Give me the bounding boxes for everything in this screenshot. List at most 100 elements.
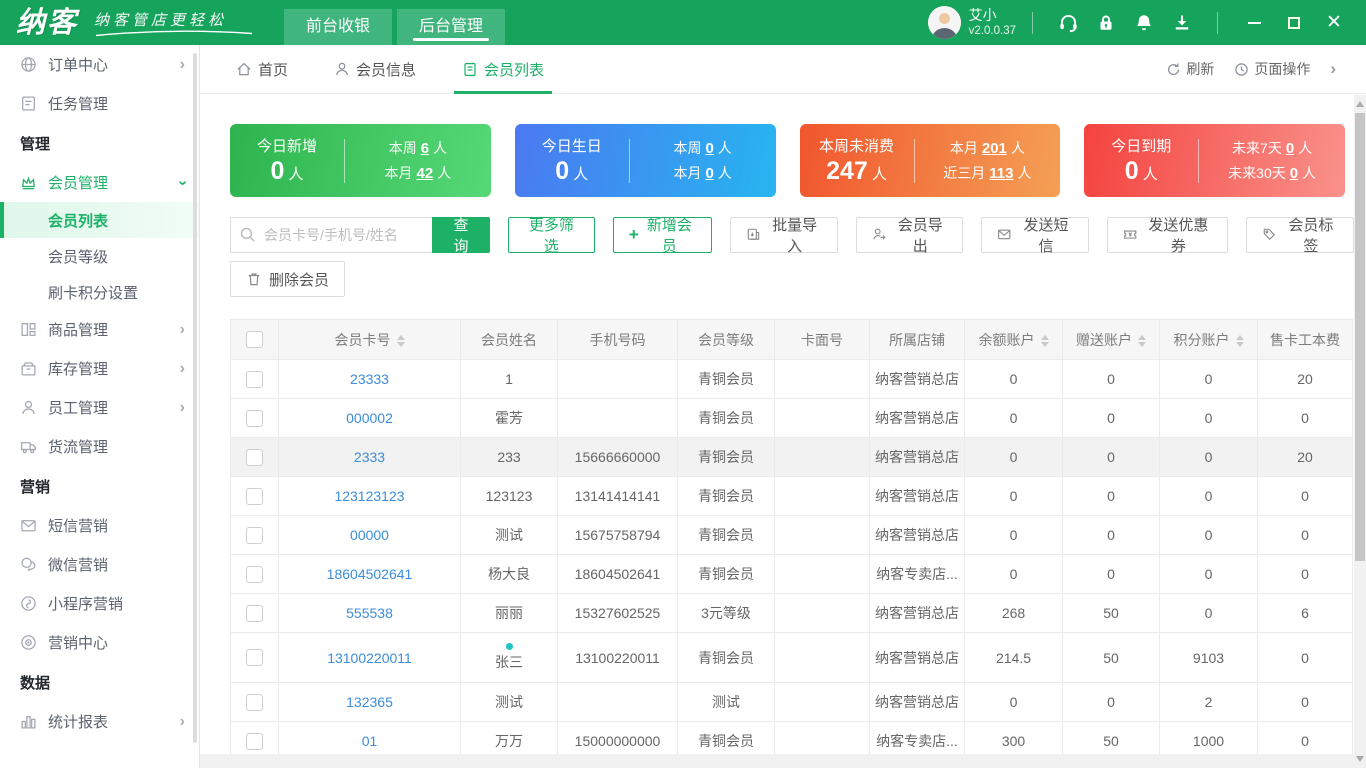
- minimize-button[interactable]: [1234, 5, 1274, 41]
- member-export-button[interactable]: 会员导出: [855, 217, 964, 255]
- member-card-link[interactable]: 2333: [354, 449, 385, 465]
- sidebar-item-member-management[interactable]: 会员管理 ›: [0, 163, 199, 202]
- sidebar-item-task-management[interactable]: 任务管理: [0, 84, 199, 123]
- column-header[interactable]: 余额账户: [964, 319, 1063, 360]
- mode-switch: 前台收银 后台管理: [284, 9, 506, 45]
- sidebar-item-marketing-center[interactable]: 营销中心: [0, 623, 199, 662]
- member-card-link[interactable]: 132365: [346, 694, 393, 710]
- sidebar-item-card-points-setting[interactable]: 刷卡积分设置: [0, 274, 199, 310]
- stat-card-birthday-today[interactable]: 今日生日 0人 本周 0 人 本月 0 人: [514, 124, 776, 197]
- stat-card-new-today[interactable]: 今日新增 0人 本周 6 人 本月 42 人: [230, 124, 491, 197]
- lock-icon[interactable]: [1087, 5, 1125, 41]
- select-all-checkbox[interactable]: [246, 331, 263, 349]
- notification-bell-icon[interactable]: [1125, 5, 1163, 41]
- member-card-link[interactable]: 00000: [350, 527, 389, 543]
- column-header[interactable]: 会员卡号: [278, 319, 461, 360]
- horizontal-scrollbar[interactable]: [200, 754, 1354, 768]
- row-checkbox[interactable]: [246, 565, 263, 583]
- scroll-up-arrow-icon[interactable]: [1356, 101, 1364, 107]
- sidebar-section-data-section: 数据: [0, 662, 199, 702]
- tab-home[interactable]: 首页: [236, 45, 288, 94]
- sidebar-item-statistics-report[interactable]: 统计报表 ›: [0, 702, 199, 741]
- row-checkbox[interactable]: [246, 526, 263, 544]
- card-stat: 本月 201 人: [949, 140, 1025, 157]
- sidebar-item-wechat-marketing[interactable]: 微信营销: [0, 545, 199, 584]
- sidebar-item-order-center[interactable]: 订单中心 ›: [0, 45, 199, 84]
- tab-front-cashier[interactable]: 前台收银: [284, 9, 393, 45]
- column-header[interactable]: 积分账户: [1159, 319, 1258, 360]
- more-filter-button[interactable]: 更多筛选: [508, 217, 595, 255]
- cell-fee: 20: [1257, 437, 1353, 477]
- sidebar-item-inventory-management[interactable]: 库存管理 ›: [0, 349, 199, 388]
- search-input[interactable]: [230, 217, 432, 253]
- cell-points: 0: [1159, 476, 1258, 516]
- column-header-label: 所属店铺: [889, 331, 945, 348]
- close-button[interactable]: ✕: [1314, 5, 1354, 41]
- sidebar-item-logistics-management[interactable]: 货流管理: [0, 427, 199, 466]
- tab-member-info[interactable]: 会员信息: [334, 45, 416, 94]
- sort-icon[interactable]: [1235, 334, 1244, 347]
- member-card-link[interactable]: 01: [362, 733, 378, 749]
- stat-card-no-spend-week[interactable]: 本周未消费 247 人 本月 201 人 近三月 113 人: [799, 124, 1061, 197]
- send-coupon-button[interactable]: 发送优惠券: [1107, 217, 1229, 255]
- member-card-link[interactable]: 13100220011: [327, 650, 412, 666]
- sidebar-section-marketing-section: 营销: [0, 466, 199, 506]
- tab-backoffice[interactable]: 后台管理: [397, 9, 506, 45]
- cell-store: 纳客营销总店: [869, 476, 965, 516]
- member-card-link[interactable]: 18604502641: [327, 566, 413, 582]
- sidebar: 订单中心 › 任务管理 管理 会员管理 › 会员列表 会员等级 刷卡积分设置 商品管理 › 库存管理 ›…: [0, 45, 200, 768]
- maximize-button[interactable]: [1274, 5, 1314, 41]
- sidebar-item-goods-management[interactable]: 商品管理 ›: [0, 310, 199, 349]
- member-card-link[interactable]: 000002: [346, 410, 393, 426]
- batch-import-button[interactable]: 批量导入: [730, 217, 838, 255]
- sidebar-item-staff-management[interactable]: 员工管理 ›: [0, 388, 199, 427]
- scroll-down-arrow-icon[interactable]: [1356, 756, 1364, 762]
- cell-card-face: [774, 632, 870, 683]
- sort-icon[interactable]: [396, 334, 405, 347]
- member-card-link[interactable]: 123123123: [334, 488, 404, 504]
- tab-member-list[interactable]: 会员列表: [454, 45, 553, 94]
- row-checkbox[interactable]: [246, 693, 263, 711]
- cell-level: 青铜会员: [677, 359, 775, 399]
- add-member-button[interactable]: + 新增会员: [612, 217, 713, 255]
- sidebar-item-member-level[interactable]: 会员等级: [0, 238, 199, 274]
- avatar[interactable]: [927, 6, 961, 39]
- row-checkbox[interactable]: [246, 487, 263, 505]
- scrollbar-thumb[interactable]: [1355, 113, 1365, 561]
- member-card-link[interactable]: 23333: [350, 371, 389, 387]
- member-card-link[interactable]: 555538: [346, 605, 393, 621]
- row-checkbox[interactable]: [246, 409, 263, 427]
- column-header[interactable]: 赠送账户: [1062, 319, 1160, 360]
- cell-card-no: 000002: [278, 398, 461, 438]
- refresh-button[interactable]: 刷新: [1166, 59, 1214, 79]
- cell-phone: [557, 359, 678, 399]
- download-icon[interactable]: [1163, 5, 1201, 41]
- support-headset-icon[interactable]: [1049, 5, 1087, 41]
- row-checkbox[interactable]: [246, 370, 263, 388]
- sidebar-item-miniapp-marketing[interactable]: 小程序营销: [0, 584, 199, 623]
- delete-member-button[interactable]: 删除会员: [230, 261, 346, 297]
- card-value: 0: [555, 157, 570, 186]
- toolbar: 查询 更多筛选 + 新增会员 批量导入 会员导出 发送短信 发送优惠券: [230, 217, 1355, 255]
- sort-icon[interactable]: [1040, 334, 1049, 347]
- sidebar-item-member-list[interactable]: 会员列表: [0, 202, 199, 238]
- table-row: 00000 测试 15675758794 青铜会员 纳客营销总店 0 0 0 0: [230, 515, 1353, 555]
- send-sms-button[interactable]: 发送短信: [981, 217, 1090, 255]
- row-checkbox[interactable]: [246, 448, 263, 466]
- vertical-scrollbar[interactable]: [1354, 95, 1366, 768]
- cell-points: 0: [1159, 593, 1258, 633]
- sidebar-item-sms-marketing[interactable]: 短信营销: [0, 506, 199, 545]
- sidebar-scrollbar[interactable]: [193, 53, 197, 743]
- cell-card-no: 555538: [278, 593, 461, 633]
- row-checkbox[interactable]: [246, 732, 263, 750]
- row-checkbox[interactable]: [246, 604, 263, 622]
- member-tag-button[interactable]: 会员标签: [1246, 217, 1355, 255]
- search-box: 查询: [230, 217, 490, 255]
- stat-card-expire-today[interactable]: 今日到期 0人 未来7天 0 人 未来30天 0 人: [1084, 124, 1345, 197]
- row-checkbox-cell: [230, 554, 279, 594]
- page-operations-button[interactable]: 页面操作: [1234, 59, 1310, 79]
- query-button[interactable]: 查询: [432, 217, 490, 255]
- sort-icon[interactable]: [1138, 334, 1146, 347]
- row-checkbox[interactable]: [246, 649, 263, 667]
- chevron-right-icon[interactable]: ›: [1330, 59, 1336, 79]
